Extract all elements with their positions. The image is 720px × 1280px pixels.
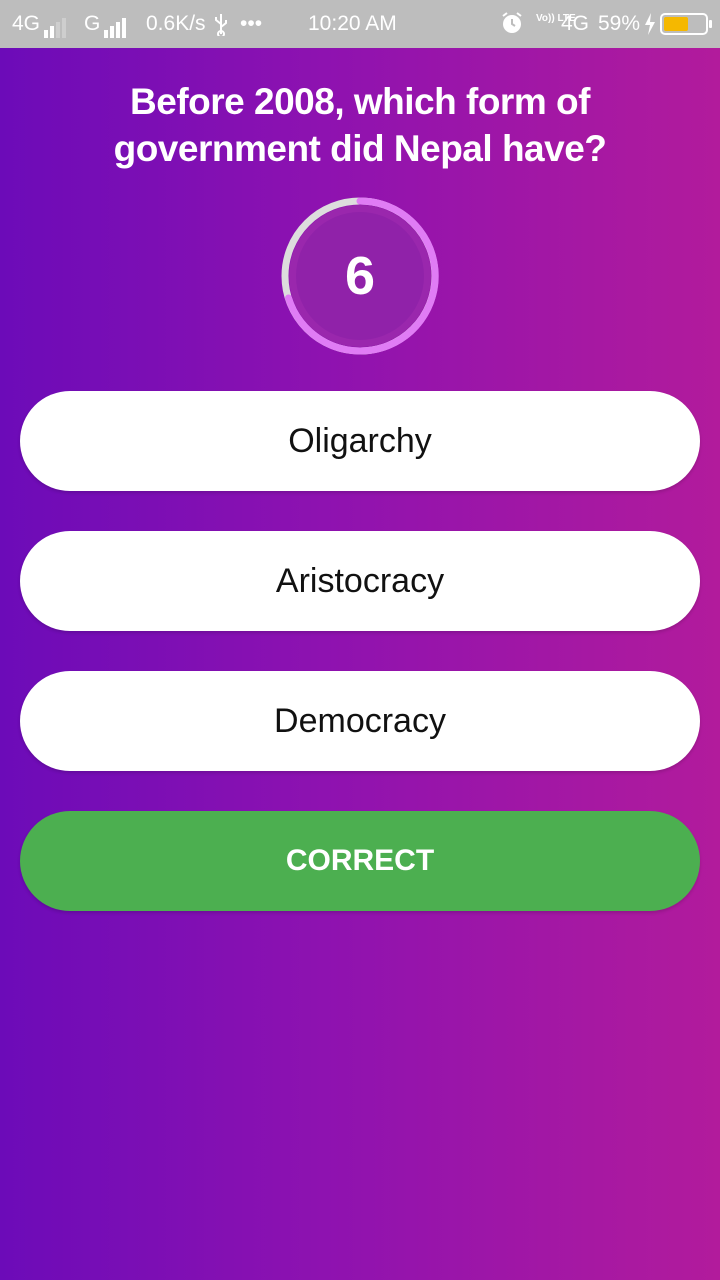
network-g-indicator: G bbox=[84, 12, 128, 38]
network-g-label: G bbox=[84, 12, 101, 35]
countdown-timer: 6 bbox=[278, 194, 442, 358]
answer-option-oligarchy[interactable]: Oligarchy bbox=[20, 391, 700, 491]
signal-icon bbox=[104, 14, 128, 38]
battery-icon bbox=[660, 13, 712, 35]
question-text: Before 2008, which form of government di… bbox=[113, 81, 607, 169]
signal-icon bbox=[44, 14, 68, 38]
correct-answer-label: CORRECT bbox=[285, 844, 435, 877]
battery-percent: 59% bbox=[598, 12, 641, 35]
network-4g-label: 4G bbox=[12, 12, 41, 35]
more-notifications-icon: ••• bbox=[240, 12, 263, 35]
network-4g-secondary: 4G bbox=[561, 12, 590, 35]
volte-icon: Vo)) LTE bbox=[536, 13, 576, 24]
correct-answer-button[interactable]: CORRECT bbox=[20, 811, 700, 911]
answer-option-label: Democracy bbox=[274, 701, 446, 740]
answer-option-democracy[interactable]: Democracy bbox=[20, 671, 700, 771]
charging-icon bbox=[644, 13, 656, 41]
answer-option-label: Aristocracy bbox=[275, 561, 445, 600]
status-bar: 4G G 0.6K/s ••• 10:20 AM Vo)) LTE 4G 59% bbox=[0, 0, 720, 48]
answer-option-label: Oligarchy bbox=[288, 421, 432, 460]
clock: 10:20 AM bbox=[308, 12, 397, 35]
network-speed: 0.6K/s bbox=[146, 12, 206, 35]
answer-option-aristocracy[interactable]: Aristocracy bbox=[20, 531, 700, 631]
alarm-icon bbox=[500, 11, 524, 41]
network-4g-indicator: 4G bbox=[12, 12, 68, 38]
usb-icon bbox=[213, 12, 229, 42]
timer-value: 6 bbox=[344, 246, 376, 306]
